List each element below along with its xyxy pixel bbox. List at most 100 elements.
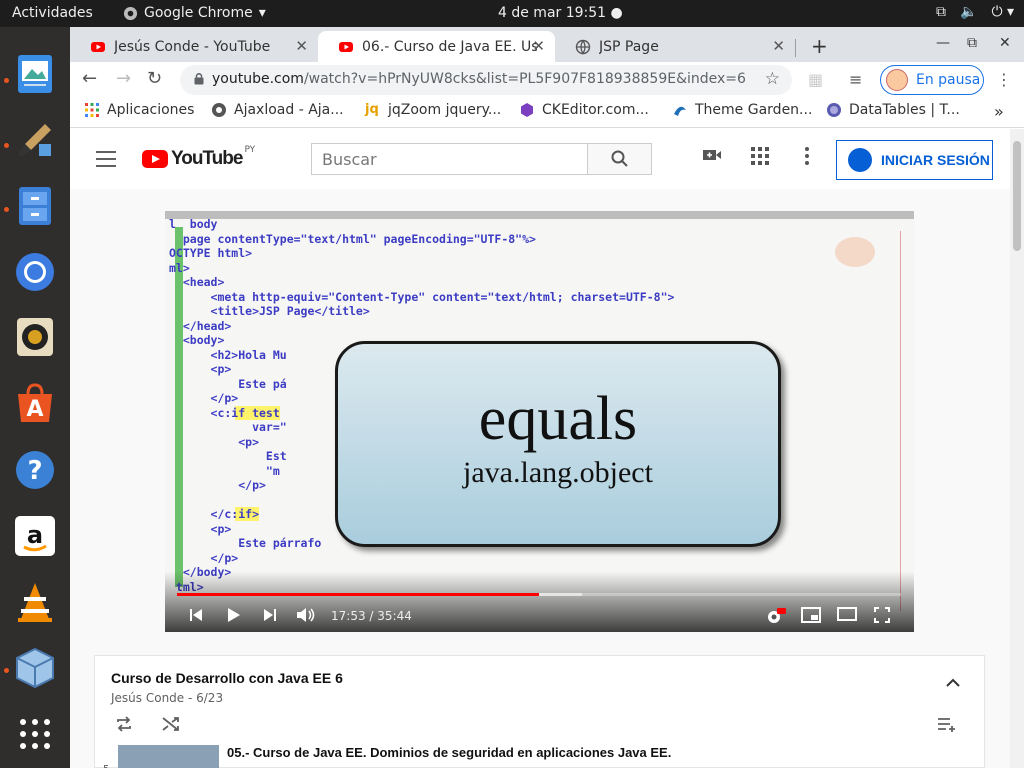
collapse-chevron-icon[interactable] bbox=[946, 678, 960, 687]
progress-bar[interactable] bbox=[177, 593, 901, 596]
app-menu[interactable]: Google Chrome ▾ bbox=[123, 5, 266, 21]
settings-gear-icon[interactable] bbox=[766, 607, 786, 625]
system-tray[interactable]: ⧉ 🔈 ⏻ ▾ bbox=[936, 4, 1014, 20]
youtube-logo[interactable]: YouTube PY bbox=[142, 145, 255, 170]
loop-icon[interactable] bbox=[115, 716, 133, 732]
bookmark-ckeditor[interactable]: CKEditor.com... bbox=[519, 102, 649, 118]
url-host: youtube.com bbox=[212, 71, 304, 87]
new-tab-button[interactable]: + bbox=[811, 34, 828, 58]
player-controls: 17:53 / 35:44 bbox=[165, 571, 914, 632]
amazon-icon[interactable]: a bbox=[12, 513, 58, 559]
previous-icon[interactable] bbox=[188, 607, 204, 623]
bookmark-ajaxload[interactable]: Ajaxload - Aja... bbox=[211, 102, 344, 118]
profile-status-label: En pausa bbox=[916, 72, 981, 88]
bookmark-label: Aplicaciones bbox=[107, 102, 195, 118]
file-cabinet-icon[interactable] bbox=[12, 183, 58, 229]
reload-icon[interactable]: ↻ bbox=[147, 68, 162, 89]
address-bar[interactable]: youtube.com/watch?v=hPrNyUW8cks&list=PL5… bbox=[180, 65, 792, 95]
lock-icon bbox=[194, 73, 204, 85]
activities-button[interactable]: Actividades bbox=[12, 5, 93, 21]
forward-arrow-icon[interactable]: → bbox=[116, 68, 131, 89]
apps-grid-icon[interactable] bbox=[12, 711, 58, 757]
code-line: var=" bbox=[169, 420, 287, 434]
globe-icon bbox=[212, 103, 226, 117]
search-input[interactable] bbox=[312, 144, 587, 174]
close-icon[interactable]: ✕ bbox=[532, 37, 545, 55]
scrollbar-thumb[interactable] bbox=[1013, 141, 1021, 251]
chromium-icon[interactable] bbox=[12, 249, 58, 295]
virtualbox-icon[interactable] bbox=[12, 645, 58, 691]
chrome-icon bbox=[123, 6, 138, 20]
close-icon[interactable]: ✕ bbox=[295, 37, 308, 55]
theater-mode-icon[interactable] bbox=[837, 607, 857, 621]
video-thumbnail[interactable] bbox=[118, 745, 219, 768]
code-line: Este pá bbox=[169, 376, 287, 391]
extension-icon[interactable]: ▦ bbox=[808, 70, 823, 89]
tab-strip: Jesús Conde - YouTube ✕ 06.- Curso de Ja… bbox=[70, 27, 1024, 62]
ckeditor-icon bbox=[521, 103, 533, 117]
shuffle-icon[interactable] bbox=[162, 716, 180, 732]
youtube-wordmark: YouTube bbox=[171, 148, 243, 169]
clock[interactable]: 4 de mar 19:51 ● bbox=[498, 5, 623, 21]
window-close-icon[interactable]: ✕ bbox=[999, 35, 1011, 51]
vlc-icon[interactable] bbox=[12, 579, 58, 625]
url-text: youtube.com/watch?v=hPrNyUW8cks&list=PL5… bbox=[212, 71, 746, 87]
code-line: Este párrafo bbox=[169, 536, 322, 550]
bookmark-theme-garden[interactable]: Theme Garden... bbox=[672, 102, 812, 118]
running-indicator bbox=[4, 143, 9, 148]
profile-button[interactable]: En pausa bbox=[880, 65, 984, 95]
fullscreen-icon[interactable] bbox=[874, 607, 890, 623]
bookmark-label: Ajaxload - Aja... bbox=[234, 102, 344, 118]
paint-brush-icon[interactable] bbox=[12, 117, 58, 163]
tab-jesus-conde[interactable]: Jesús Conde - YouTube ✕ bbox=[70, 31, 318, 62]
hamburger-menu-icon[interactable] bbox=[96, 151, 116, 172]
browser-toolbar: ← → ↻ youtube.com/watch?v=hPrNyUW8cks&li… bbox=[70, 62, 1024, 98]
code-line: </c:if> bbox=[169, 507, 260, 521]
tab-java-ee[interactable]: 06.- Curso de Java EE. Uso ✕ bbox=[318, 31, 555, 62]
next-icon[interactable] bbox=[262, 607, 278, 623]
media-queue-icon[interactable]: ≡ bbox=[849, 70, 862, 89]
tab-separator bbox=[795, 39, 796, 57]
back-arrow-icon[interactable]: ← bbox=[82, 68, 97, 89]
code-line: <p> bbox=[169, 521, 232, 536]
youtube-play-icon bbox=[142, 150, 168, 168]
minimize-icon[interactable]: — bbox=[936, 35, 950, 51]
account-circle-icon bbox=[848, 148, 872, 172]
create-video-icon[interactable] bbox=[702, 147, 722, 163]
bookmark-apps[interactable]: Aplicaciones bbox=[84, 102, 194, 118]
code-line: <meta http-equiv="Content-Type" content=… bbox=[169, 289, 675, 304]
code-line: </p> bbox=[169, 478, 266, 492]
playlist-title[interactable]: Curso de Desarrollo con Java EE 6 bbox=[111, 670, 343, 686]
restore-icon[interactable]: ⧉ bbox=[967, 35, 977, 51]
playlist-item-title[interactable]: 05.- Curso de Java EE. Dominios de segur… bbox=[227, 745, 671, 760]
play-icon[interactable] bbox=[225, 607, 241, 623]
tab-jsp-page[interactable]: JSP Page ✕ bbox=[555, 31, 795, 62]
speaker-icon[interactable] bbox=[12, 314, 58, 360]
more-options-icon[interactable] bbox=[805, 147, 809, 165]
save-playlist-icon[interactable] bbox=[937, 716, 957, 732]
close-icon[interactable]: ✕ bbox=[772, 37, 785, 55]
video-frame-top bbox=[165, 211, 914, 219]
more-bookmarks-icon[interactable]: » bbox=[994, 102, 1004, 121]
youtube-page: YouTube PY INICIAR SESIÓN l body page co… bbox=[70, 129, 1024, 768]
page-scrollbar[interactable] bbox=[1010, 129, 1024, 768]
image-viewer-icon[interactable] bbox=[12, 51, 58, 97]
search-box bbox=[311, 143, 588, 175]
apps-grid-icon[interactable] bbox=[751, 147, 769, 165]
svg-text:?: ? bbox=[27, 456, 42, 486]
search-button[interactable] bbox=[587, 143, 652, 175]
software-store-icon[interactable]: A bbox=[12, 380, 58, 426]
chrome-menu-icon[interactable]: ⋮ bbox=[996, 70, 1012, 89]
miniplayer-icon[interactable] bbox=[801, 607, 821, 623]
code-line: ml> bbox=[169, 260, 190, 275]
bookmark-star-icon[interactable]: ☆ bbox=[765, 69, 780, 89]
apps-grid-icon bbox=[85, 103, 99, 117]
help-icon[interactable]: ? bbox=[12, 447, 58, 493]
sign-in-button[interactable]: INICIAR SESIÓN bbox=[836, 140, 993, 180]
equals-overlay-card: equals java.lang.object bbox=[335, 341, 781, 547]
bookmark-jqzoom[interactable]: jq jqZoom jquery... bbox=[365, 102, 501, 118]
volume-icon[interactable] bbox=[296, 607, 316, 623]
bookmark-datatables[interactable]: DataTables | T... bbox=[826, 102, 960, 118]
video-player[interactable]: l body page contentType="text/html" page… bbox=[165, 211, 914, 632]
code-line: <p> bbox=[169, 362, 232, 376]
